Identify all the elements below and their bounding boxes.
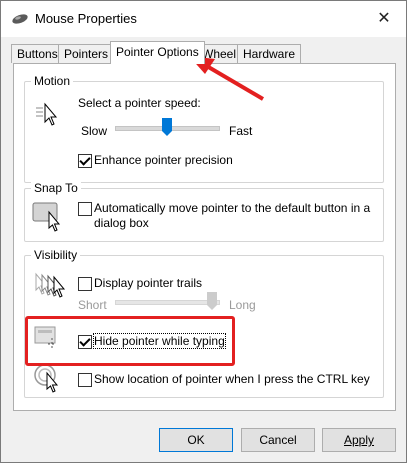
- snap-to-label-line2[interactable]: dialog box: [94, 216, 149, 230]
- close-button[interactable]: ✕: [368, 5, 400, 33]
- motion-group: Motion Select a pointer speed: Slow Fast…: [24, 74, 384, 183]
- enhance-precision-checkbox[interactable]: [78, 154, 92, 168]
- snap-to-group: Snap To Automatically move pointer to th…: [24, 181, 384, 242]
- enhance-precision-label[interactable]: Enhance pointer precision: [94, 153, 233, 167]
- snap-to-checkbox[interactable]: [78, 202, 92, 216]
- tab-hardware[interactable]: Hardware: [237, 44, 302, 63]
- trails-length-track[interactable]: [115, 300, 220, 305]
- annotation-highlight-box: [25, 316, 235, 366]
- pointer-trails-icon: [35, 272, 66, 298]
- pointer-trails-label[interactable]: Display pointer trails: [94, 276, 202, 290]
- slow-label: Slow: [81, 124, 108, 138]
- fast-label: Fast: [229, 124, 253, 138]
- tab-pointer-options[interactable]: Pointer Options: [110, 41, 205, 64]
- tab-pointers[interactable]: Pointers: [58, 44, 115, 63]
- snap-to-icon: [32, 202, 61, 232]
- ctrl-locate-label[interactable]: Show location of pointer when I press th…: [94, 372, 370, 386]
- snap-to-group-label: Snap To: [31, 181, 81, 195]
- visibility-group-label: Visibility: [31, 248, 81, 262]
- ok-button[interactable]: OK: [159, 428, 233, 452]
- motion-group-label: Motion: [31, 74, 74, 88]
- tab-buttons[interactable]: Buttons: [11, 44, 64, 63]
- pointer-trails-checkbox[interactable]: [78, 277, 92, 291]
- ctrl-locate-checkbox[interactable]: [78, 373, 92, 387]
- cancel-button[interactable]: Cancel: [241, 428, 315, 452]
- mouse-properties-window: Mouse Properties ✕ Buttons Pointers Poin…: [0, 0, 407, 463]
- pointer-speed-icon: [36, 102, 58, 126]
- mouse-icon: [12, 14, 28, 24]
- close-icon: ✕: [377, 10, 391, 27]
- snap-to-label-line1[interactable]: Automatically move pointer to the defaul…: [94, 201, 370, 215]
- long-label: Long: [229, 298, 256, 312]
- short-label: Short: [78, 298, 107, 312]
- pointer-speed-slider[interactable]: [162, 118, 172, 136]
- title-bar: Mouse Properties ✕: [1, 1, 406, 37]
- window-title: Mouse Properties: [35, 11, 137, 26]
- pointer-speed-label: Select a pointer speed:: [78, 96, 201, 110]
- apply-button-label: Apply: [343, 433, 375, 447]
- locate-pointer-icon: [34, 364, 59, 393]
- apply-button[interactable]: Apply: [322, 428, 396, 452]
- trails-length-slider[interactable]: [207, 292, 217, 310]
